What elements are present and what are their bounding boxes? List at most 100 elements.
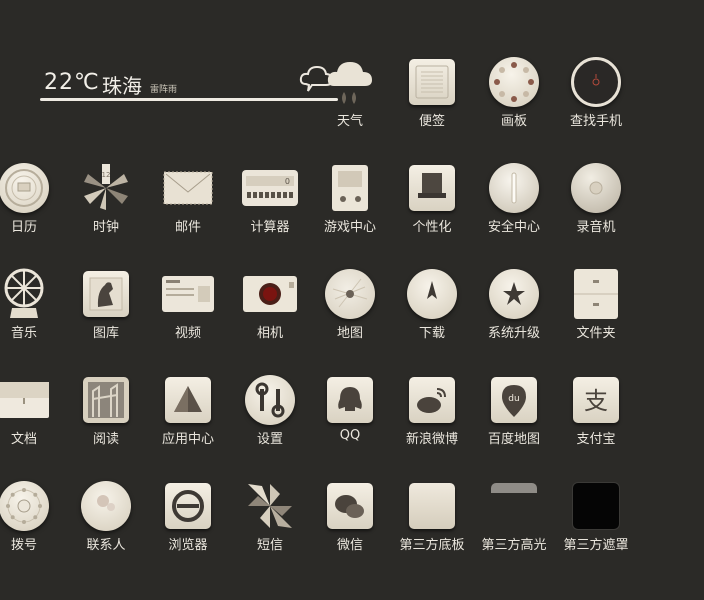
download-icon <box>404 266 460 322</box>
app-icon-label: 文件夹 <box>576 326 616 341</box>
qq-icon <box>322 372 378 428</box>
app-icon-label: 地图 <box>336 326 363 341</box>
app-icon-reading[interactable]: 阅读 <box>65 366 147 462</box>
svg-text:du: du <box>508 394 519 404</box>
wechat-icon <box>322 478 378 534</box>
app-icon-find-phone[interactable]: 查找手机 <box>555 48 637 144</box>
app-icon-label: 第三方遮罩 <box>563 538 629 553</box>
browser-icon <box>160 478 216 534</box>
app-icon-clock[interactable]: 12 时钟 <box>65 154 147 250</box>
clock-icon: 12 <box>78 160 134 216</box>
app-icon-label: 计算器 <box>250 220 290 235</box>
mail-icon <box>160 160 216 216</box>
app-icon-label: 便签 <box>418 114 445 129</box>
svg-text:0: 0 <box>285 177 290 186</box>
svg-text:12: 12 <box>102 171 111 179</box>
app-icon-label: 音乐 <box>10 326 37 341</box>
app-icon-notes[interactable]: 便签 <box>391 48 473 144</box>
palette-icon <box>486 54 542 110</box>
app-icon-personalize[interactable]: 个性化 <box>391 154 473 250</box>
weather-widget[interactable]: 22℃ 珠海 雷阵雨 <box>40 62 338 104</box>
game-center-icon <box>322 160 378 216</box>
app-icon-mail[interactable]: 邮件 <box>147 154 229 250</box>
app-icon-video[interactable]: 视频 <box>147 260 229 356</box>
calendar-icon <box>0 160 52 216</box>
app-icon-weibo[interactable]: 新浪微博 <box>391 366 473 462</box>
app-icon-third-party-mask[interactable]: 第三方遮罩 <box>555 472 637 568</box>
third-party-base-icon <box>404 478 460 534</box>
app-icon-label: 联系人 <box>86 538 126 553</box>
app-icon-document[interactable]: 文档 <box>0 366 65 462</box>
app-icon-label: 游戏中心 <box>323 220 376 235</box>
app-icon-weather-cloud[interactable]: 天气 <box>309 48 391 144</box>
notes-icon <box>404 54 460 110</box>
app-icon-label: 天气 <box>336 114 363 129</box>
calculator-icon: 0 <box>242 160 298 216</box>
app-icon-label: 下载 <box>418 326 445 341</box>
baidu-map-icon: du <box>486 372 542 428</box>
app-icon-app-center[interactable]: 应用中心 <box>147 366 229 462</box>
app-icon-qq[interactable]: QQ <box>309 366 391 462</box>
app-icon-label: 个性化 <box>412 220 452 235</box>
third-party-mask-icon <box>568 478 624 534</box>
app-icon-music[interactable]: 音乐 <box>0 260 65 356</box>
app-icon-folder[interactable]: 文件夹 <box>555 260 637 356</box>
app-icon-calendar[interactable]: 日历 <box>0 154 65 250</box>
app-icon-sms[interactable]: 短信 <box>229 472 311 568</box>
app-icon-recorder[interactable]: 录音机 <box>555 154 637 250</box>
app-icon-game-center[interactable]: 游戏中心 <box>309 154 391 250</box>
app-icon-contacts[interactable]: 联系人 <box>65 472 147 568</box>
weather-temperature: 22℃ <box>44 70 100 95</box>
gallery-icon <box>78 266 134 322</box>
app-icon-camera[interactable]: 相机 <box>229 260 311 356</box>
recorder-icon <box>568 160 624 216</box>
app-icon-label: 文档 <box>10 432 37 447</box>
app-icon-security-center[interactable]: 安全中心 <box>473 154 555 250</box>
app-icon-calculator[interactable]: 0 计算器 <box>229 154 311 250</box>
video-icon <box>160 266 216 322</box>
app-icon-label: 视频 <box>174 326 201 341</box>
app-icon-gallery[interactable]: 图库 <box>65 260 147 356</box>
document-icon <box>0 372 52 428</box>
svg-text:支: 支 <box>584 387 608 415</box>
app-icon-label: 支付宝 <box>576 432 616 447</box>
app-icon-browser[interactable]: 浏览器 <box>147 472 229 568</box>
app-icon-third-party-highlight[interactable]: 第三方高光 <box>473 472 555 568</box>
reading-icon <box>78 372 134 428</box>
app-center-icon <box>160 372 216 428</box>
app-icon-baidu-map[interactable]: du 百度地图 <box>473 366 555 462</box>
app-icon-label: 时钟 <box>92 220 119 235</box>
settings-icon <box>242 372 298 428</box>
app-icon-download[interactable]: 下载 <box>391 260 473 356</box>
app-icon-third-party-base[interactable]: 第三方底板 <box>391 472 473 568</box>
app-icon-label: 第三方高光 <box>481 538 547 553</box>
app-icon-label: 阅读 <box>92 432 119 447</box>
app-icon-label: 第三方底板 <box>399 538 465 553</box>
app-icon-system-update[interactable]: 系统升级 <box>473 260 555 356</box>
map-icon <box>322 266 378 322</box>
personalize-icon <box>404 160 460 216</box>
third-party-highlight-icon <box>486 478 542 534</box>
folder-icon <box>568 266 624 322</box>
app-icon-label: 短信 <box>256 538 283 553</box>
app-icon-wechat[interactable]: 微信 <box>309 472 391 568</box>
app-icon-palette[interactable]: 画板 <box>473 48 555 144</box>
camera-icon <box>242 266 298 322</box>
app-icon-settings[interactable]: 设置 <box>229 366 311 462</box>
contacts-icon <box>78 478 134 534</box>
weather-divider <box>40 98 338 101</box>
app-icon-label: 查找手机 <box>569 114 622 129</box>
app-icon-label: 日历 <box>10 220 37 235</box>
weather-city: 珠海 <box>102 74 142 98</box>
app-icon-alipay[interactable]: 支支付宝 <box>555 366 637 462</box>
app-icon-dialer[interactable]: 拨号 <box>0 472 65 568</box>
find-phone-icon <box>568 54 624 110</box>
music-icon <box>0 266 52 322</box>
app-icon-label: 系统升级 <box>487 326 540 341</box>
app-icon-label: QQ <box>339 428 361 443</box>
app-icon-label: 相机 <box>256 326 283 341</box>
app-icon-map[interactable]: 地图 <box>309 260 391 356</box>
weather-condition: 雷阵雨 <box>150 85 178 95</box>
app-icon-label: 微信 <box>336 538 363 553</box>
security-center-icon <box>486 160 542 216</box>
